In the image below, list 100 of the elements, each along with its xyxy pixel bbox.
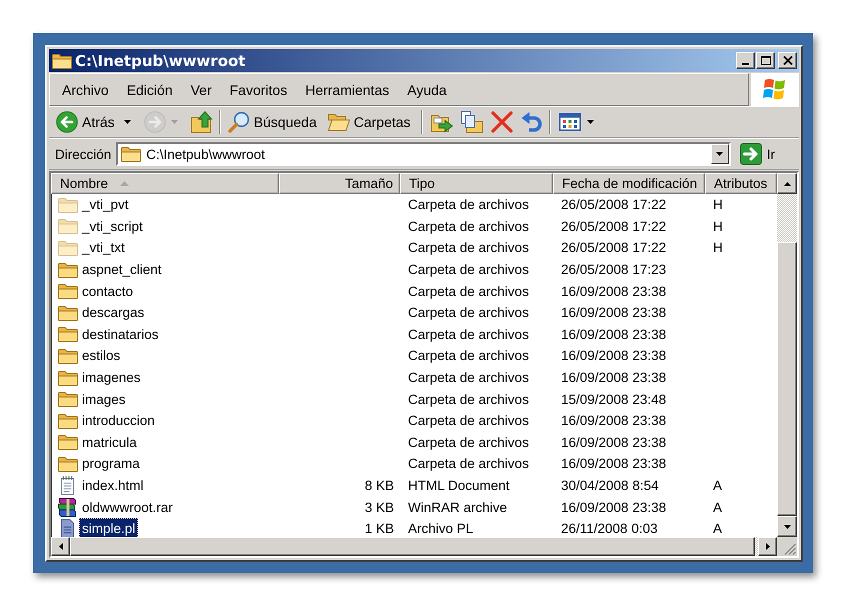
file-type: Carpeta de archivos bbox=[408, 197, 529, 212]
down-triangle-icon bbox=[784, 524, 790, 528]
file-attributes: A bbox=[713, 478, 722, 494]
search-button[interactable]: Búsqueda bbox=[224, 109, 325, 135]
scroll-right-button[interactable] bbox=[758, 537, 777, 556]
file-name[interactable]: estilos bbox=[79, 345, 124, 366]
minimize-button[interactable] bbox=[736, 52, 755, 69]
search-icon bbox=[228, 111, 250, 133]
modified-date: 26/11/2008 0:03 bbox=[561, 521, 658, 536]
dropdown-button[interactable] bbox=[710, 144, 729, 164]
maximize-button[interactable] bbox=[756, 52, 775, 69]
file-name[interactable]: _vti_pvt bbox=[79, 194, 132, 216]
column-header[interactable]: Fecha de modificación bbox=[553, 173, 705, 194]
file-name[interactable]: descargas bbox=[79, 302, 148, 324]
modified-date: 26/05/2008 17:22 bbox=[561, 218, 666, 234]
back-button[interactable]: Atrás bbox=[53, 109, 123, 135]
file-name[interactable]: images bbox=[79, 388, 129, 410]
modified-date: 16/09/2008 23:38 bbox=[561, 500, 666, 515]
modified-date: 15/09/2008 23:48 bbox=[561, 392, 666, 407]
modified-date: 26/05/2008 17:22 bbox=[561, 197, 666, 212]
scroll-left-button[interactable] bbox=[51, 537, 70, 556]
file-name[interactable]: matricula bbox=[79, 432, 140, 453]
file-name[interactable]: imagenes bbox=[79, 367, 144, 388]
file-type: Carpeta de archivos bbox=[408, 370, 529, 386]
modified-date: 16/09/2008 23:38 bbox=[561, 413, 666, 428]
modified-date: 16/09/2008 23:38 bbox=[561, 305, 666, 320]
folder-pages-icon bbox=[460, 111, 483, 133]
file-type: Carpeta de archivos bbox=[408, 413, 529, 428]
file-type: Carpeta de archivos bbox=[408, 456, 529, 472]
file-name[interactable]: _vti_script bbox=[79, 216, 146, 237]
caret-icon bbox=[586, 120, 594, 124]
up-triangle-icon bbox=[784, 182, 790, 186]
file-name[interactable]: destinatarios bbox=[79, 324, 162, 345]
file-type: Carpeta de archivos bbox=[408, 434, 529, 450]
file-type: Carpeta de archivos bbox=[408, 240, 529, 256]
modified-date: 16/09/2008 23:38 bbox=[561, 370, 666, 386]
close-icon bbox=[782, 56, 792, 65]
minimize-icon bbox=[742, 63, 749, 65]
file-name[interactable]: simple.pl bbox=[79, 518, 138, 537]
file-attributes: H bbox=[713, 197, 723, 212]
modified-date: 16/09/2008 23:38 bbox=[561, 284, 666, 299]
modified-date: 30/04/2008 8:54 bbox=[561, 478, 659, 494]
file-size: 1 KB bbox=[364, 521, 394, 536]
modified-date: 26/05/2008 17:22 bbox=[561, 240, 666, 256]
grid-icon bbox=[558, 111, 581, 133]
file-attributes: H bbox=[713, 218, 723, 234]
folder-icon bbox=[52, 52, 72, 68]
window-title: C:\Inetpub\wwwroot bbox=[75, 52, 246, 70]
menu-item[interactable]: Ayuda bbox=[398, 82, 456, 98]
cross-icon bbox=[490, 111, 513, 133]
scroll-up-button[interactable] bbox=[777, 173, 797, 194]
file-attributes: H bbox=[713, 240, 723, 256]
caret-icon bbox=[716, 152, 724, 156]
file-type: HTML Document bbox=[408, 478, 510, 494]
resize-grip-icon bbox=[784, 543, 796, 555]
menu-item[interactable]: Herramientas bbox=[296, 82, 398, 98]
column-header[interactable]: Atributos bbox=[705, 173, 777, 194]
file-type: Carpeta de archivos bbox=[408, 218, 529, 234]
modified-date: 16/09/2008 23:38 bbox=[561, 434, 666, 450]
menu-item[interactable]: Edición bbox=[118, 82, 182, 98]
address-field[interactable]: C:\Inetpub\wwwroot bbox=[116, 142, 731, 166]
modified-date: 16/09/2008 23:38 bbox=[561, 456, 666, 472]
file-name[interactable]: index.html bbox=[79, 475, 147, 496]
file-name[interactable]: contacto bbox=[79, 280, 136, 302]
close-button[interactable] bbox=[778, 52, 797, 69]
scroll-down-button[interactable] bbox=[777, 516, 797, 537]
caret-icon bbox=[124, 120, 131, 124]
file-name[interactable]: programa bbox=[79, 453, 143, 474]
modified-date: 26/05/2008 17:23 bbox=[561, 262, 666, 278]
column-header[interactable]: Tipo bbox=[400, 173, 553, 194]
folder-icon bbox=[121, 146, 142, 162]
file-size: 3 KB bbox=[364, 500, 394, 515]
menu-item[interactable]: Favoritos bbox=[220, 82, 296, 98]
file-type: WinRAR archive bbox=[408, 500, 508, 515]
caret-icon bbox=[170, 120, 178, 124]
menu-item[interactable]: Ver bbox=[182, 82, 221, 98]
file-type: Carpeta de archivos bbox=[408, 392, 529, 407]
file-name[interactable]: introduccion bbox=[79, 410, 158, 432]
folder-up-arrow-icon bbox=[190, 111, 213, 133]
undo-arrow-icon bbox=[520, 111, 543, 133]
file-type: Carpeta de archivos bbox=[408, 262, 529, 278]
file-type: Carpeta de archivos bbox=[408, 348, 529, 364]
go-button[interactable]: Ir bbox=[740, 141, 799, 167]
column-header[interactable]: Nombre bbox=[51, 173, 279, 194]
menu-item[interactable]: Archivo bbox=[53, 82, 118, 98]
file-name[interactable]: aspnet_client bbox=[79, 259, 165, 280]
maximize-icon bbox=[760, 56, 770, 65]
left-triangle-icon bbox=[58, 543, 62, 550]
file-type: Carpeta de archivos bbox=[408, 305, 529, 320]
modified-date: 16/09/2008 23:38 bbox=[561, 348, 666, 364]
file-name[interactable]: oldwwwroot.rar bbox=[79, 496, 176, 518]
sort-ascending-icon bbox=[120, 181, 130, 186]
file-type: Carpeta de archivos bbox=[408, 284, 529, 299]
file-name[interactable]: _vti_txt bbox=[79, 237, 128, 258]
column-header[interactable]: Tamaño bbox=[279, 173, 400, 194]
modified-date: 16/09/2008 23:38 bbox=[561, 326, 666, 342]
folders-button[interactable]: Carpetas bbox=[324, 109, 419, 135]
file-attributes: A bbox=[713, 500, 722, 515]
file-size: 8 KB bbox=[364, 478, 394, 494]
address-label: Dirección bbox=[55, 146, 112, 162]
